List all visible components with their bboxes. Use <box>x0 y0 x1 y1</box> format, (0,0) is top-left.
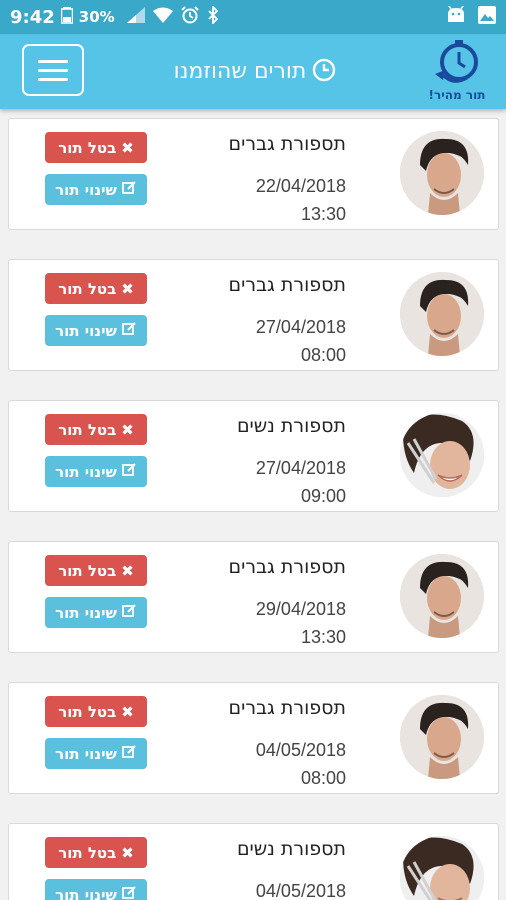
image-icon <box>478 5 496 29</box>
hamburger-icon-line <box>38 77 68 81</box>
man-avatar <box>400 554 484 638</box>
edit-icon <box>122 321 137 340</box>
appointment-card: ✖ בטל תור שינוי תור תספורת גברים 04/05/2018 0… <box>8 682 499 794</box>
hamburger-icon-line <box>38 59 68 63</box>
change-appointment-button[interactable]: שינוי תור <box>45 738 147 769</box>
stopwatch-logo-icon <box>431 38 483 90</box>
battery-level: 30% <box>78 8 115 26</box>
service-name: תספורת גברים <box>228 274 346 296</box>
edit-icon <box>122 603 137 622</box>
appointment-date: 04/05/2018 <box>255 740 346 760</box>
android-icon <box>446 5 466 29</box>
cancel-appointment-button[interactable]: ✖ בטל תור <box>45 837 147 868</box>
cancel-appointment-button[interactable]: ✖ בטל תור <box>45 414 147 445</box>
cancel-label: בטל תור <box>58 420 117 439</box>
service-name: תספורת גברים <box>228 697 346 719</box>
status-left: 9:42 30% <box>10 4 219 29</box>
appointment-time: 13:30 <box>300 627 346 647</box>
edit-icon <box>122 180 137 199</box>
change-label: שינוי תור <box>55 603 117 622</box>
clock-icon <box>312 58 336 86</box>
appointment-date: 04/05/2018 <box>255 881 346 900</box>
alarm-icon <box>180 5 199 29</box>
change-label: שינוי תור <box>55 321 117 340</box>
edit-icon <box>122 462 137 481</box>
page-title: תורים שהוזמנו <box>173 59 307 84</box>
cancel-appointment-button[interactable]: ✖ בטל תור <box>45 555 147 586</box>
wifi-icon <box>152 7 173 28</box>
status-bar: 9:42 30% <box>0 0 506 34</box>
appointment-card: ✖ בטל תור שינוי תור תספורת גברים 22/04/2018 1… <box>8 118 499 230</box>
menu-button[interactable] <box>22 44 84 96</box>
app-logo[interactable]: תור מהיר! <box>422 38 492 104</box>
woman-avatar <box>400 836 484 900</box>
cancel-appointment-button[interactable]: ✖ בטל תור <box>45 273 147 304</box>
cancel-label: בטל תור <box>58 702 117 721</box>
service-name: תספורת גברים <box>228 556 346 578</box>
cancel-appointment-button[interactable]: ✖ בטל תור <box>45 696 147 727</box>
service-name: תספורת נשים <box>236 838 346 860</box>
edit-icon <box>122 744 137 763</box>
status-time: 9:42 <box>10 6 55 28</box>
change-appointment-button[interactable]: שינוי תור <box>45 315 147 346</box>
cancel-label: בטל תור <box>58 138 117 157</box>
appointment-date: 27/04/2018 <box>255 317 346 337</box>
change-appointment-button[interactable]: שינוי תור <box>45 174 147 205</box>
appointment-card: ✖ בטל תור שינוי תור תספורת נשים 04/05/2018 <box>8 823 499 900</box>
appointment-card: ✖ בטל תור שינוי תור תספורת נשים 27/04/2018 09… <box>8 400 499 512</box>
change-appointment-button[interactable]: שינוי תור <box>45 456 147 487</box>
appointment-date: 27/04/2018 <box>255 458 346 478</box>
close-icon: ✖ <box>121 561 134 580</box>
bluetooth-icon <box>207 4 219 29</box>
battery-icon <box>60 6 74 29</box>
status-icons <box>126 4 219 29</box>
close-icon: ✖ <box>121 702 134 721</box>
change-appointment-button[interactable]: שינוי תור <box>45 879 147 900</box>
appointment-time: 08:00 <box>300 768 346 788</box>
logo-text: תור מהיר! <box>428 88 486 102</box>
man-avatar <box>400 272 484 356</box>
app-bar: תורים שהוזמנו תור מהיר! <box>0 34 506 109</box>
man-avatar <box>400 131 484 215</box>
close-icon: ✖ <box>121 420 134 439</box>
close-icon: ✖ <box>121 279 134 298</box>
service-name: תספורת נשים <box>236 415 346 437</box>
page-title-wrap: תורים שהוזמנו <box>140 34 370 109</box>
cancel-label: בטל תור <box>58 843 117 862</box>
appointment-time: 09:00 <box>300 486 346 506</box>
appointment-card: ✖ בטל תור שינוי תור תספורת גברים 29/04/2018 1… <box>8 541 499 653</box>
change-label: שינוי תור <box>55 462 117 481</box>
change-label: שינוי תור <box>55 885 117 900</box>
service-name: תספורת גברים <box>228 133 346 155</box>
appointment-date: 29/04/2018 <box>255 599 346 619</box>
hamburger-icon-line <box>38 68 68 72</box>
cancel-label: בטל תור <box>58 561 117 580</box>
change-label: שינוי תור <box>55 180 117 199</box>
appointment-time: 08:00 <box>300 345 346 365</box>
change-label: שינוי תור <box>55 744 117 763</box>
close-icon: ✖ <box>121 843 134 862</box>
appointment-date: 22/04/2018 <box>255 176 346 196</box>
cancel-label: בטל תור <box>58 279 117 298</box>
signal-icon <box>126 6 145 28</box>
close-icon: ✖ <box>121 138 134 157</box>
change-appointment-button[interactable]: שינוי תור <box>45 597 147 628</box>
edit-icon <box>122 885 137 900</box>
status-right <box>446 5 496 29</box>
man-avatar <box>400 695 484 779</box>
appointment-time: 13:30 <box>300 204 346 224</box>
appointment-card: ✖ בטל תור שינוי תור תספורת גברים 27/04/2018 0… <box>8 259 499 371</box>
woman-avatar <box>400 413 484 497</box>
cancel-appointment-button[interactable]: ✖ בטל תור <box>45 132 147 163</box>
